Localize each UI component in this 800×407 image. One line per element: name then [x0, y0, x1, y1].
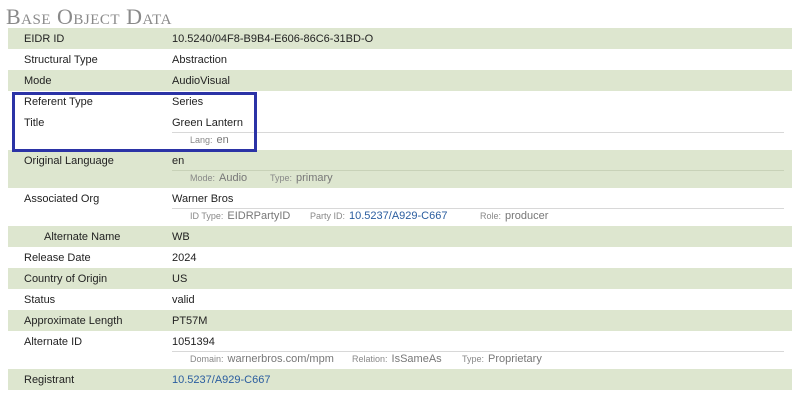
label-registrant: Registrant: [24, 374, 75, 386]
row-structural-type: Structural Type Abstraction: [8, 49, 792, 70]
org-idtype-value: EIDRPartyID: [227, 210, 291, 222]
alternate-id-relation: Relation: IsSameAs: [352, 353, 442, 365]
value-eidr-id: 10.5240/04F8-B9B4-E606-86C6-31BD-O: [172, 33, 374, 45]
row-eidr-id: EIDR ID 10.5240/04F8-B9B4-E606-86C6-31BD…: [8, 28, 792, 49]
associated-org-role: Role: producer: [480, 210, 548, 222]
value-country-of-origin: US: [172, 273, 188, 285]
value-original-language: en: [172, 155, 185, 167]
orig-lang-type-value: primary: [296, 172, 333, 184]
orig-lang-type-key: Type:: [270, 173, 293, 183]
value-release-date: 2024: [172, 252, 197, 264]
registrant-link[interactable]: 10.5237/A929-C667: [172, 374, 270, 386]
org-role-key: Role:: [480, 211, 502, 221]
label-eidr-id: EIDR ID: [24, 33, 65, 45]
label-country-of-origin: Country of Origin: [24, 273, 108, 285]
original-language-type: Type: primary: [270, 172, 333, 184]
alt-id-relation-value: IsSameAs: [391, 353, 442, 365]
row-original-language: Original Language en Mode: Audio Type: pri…: [8, 150, 792, 188]
value-associated-org: Warner Bros: [172, 193, 234, 205]
divider: [172, 132, 784, 133]
org-role-value: producer: [505, 210, 549, 222]
value-approximate-length: PT57M: [172, 315, 208, 327]
alternate-id-domain: Domain: warnerbros.com/mpm: [190, 353, 334, 365]
associated-org-partyid: Party ID: 10.5237/A929-C667: [310, 210, 447, 222]
org-partyid-link[interactable]: 10.5237/A929-C667: [349, 210, 447, 222]
label-alternate-name: Alternate Name: [44, 231, 121, 243]
orig-lang-mode-value: Audio: [219, 172, 248, 184]
divider: [172, 208, 784, 209]
alt-id-relation-key: Relation:: [352, 354, 388, 364]
row-release-date: Release Date 2024: [8, 247, 792, 268]
label-mode: Mode: [24, 75, 52, 87]
row-alternate-id: Alternate ID 1051394 Domain: warnerbros.c…: [8, 331, 792, 369]
row-mode: Mode AudioVisual: [8, 70, 792, 91]
value-alternate-id: 1051394: [172, 336, 215, 348]
label-structural-type: Structural Type: [24, 54, 98, 66]
original-language-mode: Mode: Audio: [190, 172, 247, 184]
label-original-language: Original Language: [24, 155, 114, 167]
org-idtype-key: ID Type:: [190, 211, 224, 221]
section-title: Base Object Data: [6, 4, 172, 29]
alt-id-domain-value: warnerbros.com/mpm: [227, 353, 334, 365]
alt-id-domain-key: Domain:: [190, 354, 224, 364]
divider: [172, 170, 784, 171]
row-status: Status valid: [8, 289, 792, 310]
highlight-box: [12, 92, 257, 152]
alt-id-type-key: Type:: [462, 354, 485, 364]
value-mode: AudioVisual: [172, 75, 230, 87]
value-structural-type: Abstraction: [172, 54, 228, 66]
value-alternate-name: WB: [172, 231, 190, 243]
alt-id-type-value: Proprietary: [488, 353, 542, 365]
associated-org-idtype: ID Type: EIDRPartyID: [190, 210, 290, 222]
label-status: Status: [24, 294, 56, 306]
label-associated-org: Associated Org: [24, 193, 100, 205]
row-alternate-name: Alternate Name WB: [8, 226, 792, 247]
value-status: valid: [172, 294, 195, 306]
label-approximate-length: Approximate Length: [24, 315, 123, 327]
label-alternate-id: Alternate ID: [24, 336, 83, 348]
alternate-id-type: Type: Proprietary: [462, 353, 542, 365]
orig-lang-mode-key: Mode:: [190, 173, 216, 183]
row-associated-org: Associated Org Warner Bros ID Type: EIDRP…: [8, 188, 792, 226]
org-partyid-key: Party ID:: [310, 211, 346, 221]
divider: [172, 351, 784, 352]
row-country-of-origin: Country of Origin US: [8, 268, 792, 289]
label-release-date: Release Date: [24, 252, 91, 264]
row-registrant: Registrant 10.5237/A929-C667: [8, 369, 792, 390]
base-object-table: EIDR ID 10.5240/04F8-B9B4-E606-86C6-31BD…: [8, 28, 792, 390]
row-approximate-length: Approximate Length PT57M: [8, 310, 792, 331]
